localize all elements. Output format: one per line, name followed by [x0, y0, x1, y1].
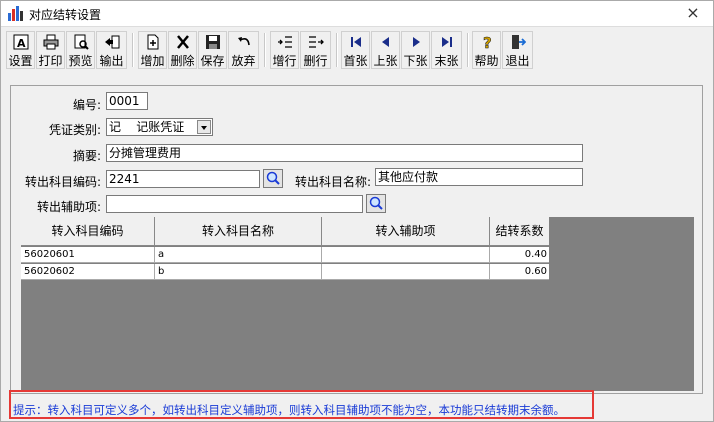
prev-label: 上张 [373, 54, 398, 68]
header-ratio[interactable]: 结转系数 [490, 217, 549, 246]
search-icon [266, 171, 280, 185]
title-bar: 对应结转设置 × [1, 1, 713, 27]
out-aux-field[interactable] [106, 195, 363, 213]
table-row[interactable]: 56020602 b 0.60 [21, 264, 549, 280]
next-button[interactable]: 下张 [401, 31, 430, 69]
preview-label: 预览 [68, 54, 93, 68]
help-icon: ? [473, 34, 500, 54]
preview-icon [67, 34, 94, 54]
delete-button[interactable]: 删除 [168, 31, 197, 69]
save-label: 保存 [200, 54, 225, 68]
search-icon [369, 196, 383, 210]
help-label: 帮助 [474, 54, 499, 68]
add-button[interactable]: 增加 [138, 31, 167, 69]
exit-label: 退出 [505, 54, 530, 68]
last-label: 末张 [434, 54, 459, 68]
transfer-grid[interactable]: 转入科目编码 转入科目名称 转入辅助项 结转系数 56020601 a 0.40… [21, 217, 694, 391]
next-label: 下张 [403, 54, 428, 68]
toolbar: A 设置 打印 预览 输出 增加 删除 保存 放弃 增行 删行 首张 上张 下张… [1, 28, 713, 72]
summary-label: 摘要: [72, 149, 101, 163]
prev-button[interactable]: 上张 [371, 31, 400, 69]
row-ratio: 0.60 [524, 266, 547, 277]
out-code-label: 转出科目编码: [24, 175, 101, 189]
insert-row-label: 增行 [272, 54, 297, 68]
exit-button[interactable]: 退出 [502, 31, 533, 69]
print-button[interactable]: 打印 [36, 31, 65, 69]
last-button[interactable]: 末张 [431, 31, 462, 69]
row-in-aux [322, 247, 490, 263]
delete-icon [169, 34, 196, 54]
row-in-name: b [155, 264, 322, 280]
undo-label: 放弃 [231, 54, 256, 68]
voucher-type-label: 凭证类别: [48, 123, 101, 137]
export-icon [97, 34, 126, 54]
insert-row-icon [271, 34, 298, 54]
delete-row-label: 删行 [303, 54, 328, 68]
row-in-code: 56020602 [21, 264, 155, 280]
close-button[interactable]: × [673, 1, 713, 26]
add-label: 增加 [140, 54, 165, 68]
delete-row-icon [301, 34, 330, 54]
app-icon [8, 6, 23, 21]
dialog-window: 对应结转设置 × A 设置 打印 预览 输出 增加 删除 保存 放弃 增行 删行… [0, 0, 714, 422]
out-name-field[interactable]: 其他应付款 [375, 168, 583, 186]
export-label: 输出 [99, 54, 124, 68]
export-button[interactable]: 输出 [96, 31, 127, 69]
toolbar-separator [336, 33, 338, 67]
svg-text:?: ? [483, 34, 492, 50]
prev-icon [372, 34, 399, 54]
setup-button[interactable]: A 设置 [6, 31, 35, 69]
number-label: 编号: [72, 98, 101, 112]
toolbar-separator [467, 33, 469, 67]
hint-text: 提示：转入科目可定义多个，如转出科目定义辅助项，则转入科目辅助项不能为空，本功能… [13, 403, 565, 417]
row-in-code: 56020601 [21, 247, 155, 263]
summary-field[interactable]: 分摊管理费用 [106, 144, 583, 162]
save-button[interactable]: 保存 [198, 31, 227, 69]
toolbar-separator [264, 33, 266, 67]
row-in-aux [322, 264, 490, 280]
table-row[interactable]: 56020601 a 0.40 [21, 247, 549, 263]
insert-row-button[interactable]: 增行 [270, 31, 299, 69]
out-aux-search-button[interactable] [366, 194, 386, 213]
undo-button[interactable]: 放弃 [228, 31, 259, 69]
delete-label: 删除 [170, 54, 195, 68]
first-icon [342, 34, 369, 54]
window-title: 对应结转设置 [29, 8, 102, 22]
toolbar-separator [132, 33, 134, 67]
print-icon [37, 34, 64, 54]
row-ratio: 0.40 [524, 249, 547, 260]
header-in-name[interactable]: 转入科目名称 [155, 217, 322, 246]
setup-label: 设置 [8, 54, 33, 68]
setup-icon: A [7, 34, 34, 54]
svg-text:A: A [17, 37, 26, 50]
grid-header: 转入科目编码 转入科目名称 转入辅助项 结转系数 [21, 217, 549, 246]
undo-icon [229, 34, 258, 54]
add-icon [139, 34, 166, 54]
preview-button[interactable]: 预览 [66, 31, 95, 69]
print-label: 打印 [38, 54, 63, 68]
chevron-down-icon[interactable] [197, 120, 211, 134]
help-button[interactable]: ? 帮助 [472, 31, 501, 69]
delete-row-button[interactable]: 删行 [300, 31, 331, 69]
voucher-type-select[interactable]: 记 记账凭证 [106, 118, 213, 136]
voucher-type-value: 记 记账凭证 [109, 120, 185, 134]
header-in-code[interactable]: 转入科目编码 [21, 217, 155, 246]
out-aux-label: 转出辅助项: [36, 200, 101, 214]
number-field[interactable]: 0001 [106, 92, 148, 110]
out-name-label: 转出科目名称: [294, 175, 371, 189]
header-in-aux[interactable]: 转入辅助项 [322, 217, 490, 246]
out-code-search-button[interactable] [263, 169, 283, 188]
out-code-field[interactable]: 2241 [106, 170, 260, 188]
next-icon [402, 34, 429, 54]
row-in-name: a [155, 247, 322, 263]
save-icon [199, 34, 226, 54]
first-label: 首张 [343, 54, 368, 68]
first-button[interactable]: 首张 [341, 31, 370, 69]
last-icon [432, 34, 461, 54]
exit-icon [503, 34, 532, 54]
